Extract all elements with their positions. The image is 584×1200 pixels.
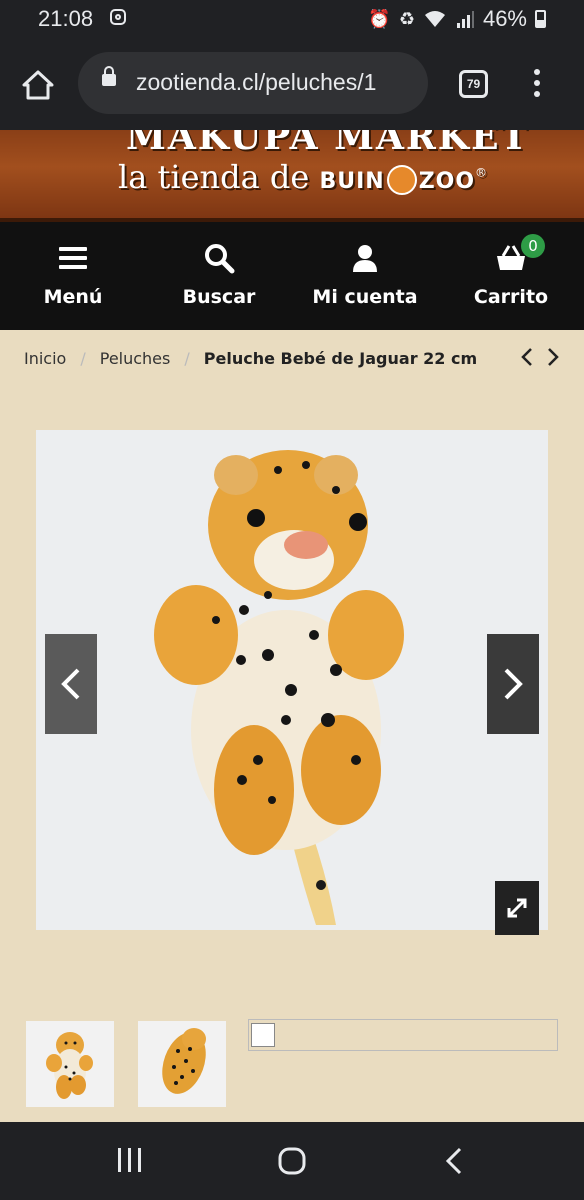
account-button[interactable]: Mi cuenta (292, 222, 438, 330)
status-icons: ⏰ ♻ 46% (368, 6, 546, 32)
logo-tagline: la tienda de (118, 158, 310, 196)
thumbnail-front-image (46, 1032, 93, 1099)
data-saver-icon: ♻ (398, 8, 415, 29)
site-logo-banner[interactable]: MAKUPA MARKET la tienda de BUIN ZOO® (0, 130, 584, 222)
tab-switcher-button[interactable]: 79 (459, 70, 488, 98)
breadcrumb-separator: / (184, 349, 190, 368)
product-image-gallery[interactable] (36, 430, 548, 930)
breadcrumb: Inicio / Peluches / Peluche Bebé de Jagu… (24, 349, 477, 368)
hamburger-icon (59, 247, 87, 269)
gallery-next-button[interactable] (487, 634, 539, 734)
product-pager (520, 346, 560, 374)
gallery-prev-button[interactable] (45, 634, 97, 734)
search-icon (205, 244, 235, 274)
breadcrumb-current: Peluche Bebé de Jaguar 22 cm (203, 349, 478, 368)
address-bar[interactable]: zootienda.cl/peluches/1 (78, 52, 428, 114)
breadcrumb-category-link[interactable]: Peluches (100, 349, 171, 368)
broken-image-icon (251, 1023, 275, 1047)
thumbnail-back-image (162, 1028, 206, 1094)
menu-button[interactable]: Menú (0, 222, 146, 330)
prev-product-icon[interactable] (520, 346, 534, 368)
logo-title: MAKUPA MARKET (126, 130, 530, 158)
logo-brand-right: ZOO (418, 169, 476, 194)
status-time: 21:08 (38, 6, 94, 31)
system-navigation-bar (0, 1122, 584, 1200)
search-button[interactable]: Buscar (146, 222, 292, 330)
logo-subtitle: la tienda de BUIN ZOO® (118, 158, 487, 196)
main-nav: Menú Buscar Mi cuenta 0 Carrito (0, 222, 584, 330)
menu-label: Menú (43, 286, 103, 308)
url-text[interactable]: zootienda.cl/peluches/1 (136, 69, 426, 96)
search-label: Buscar (182, 286, 256, 308)
chevron-right-icon (504, 668, 523, 700)
battery-percent: 46% (482, 6, 527, 31)
cart-count-badge: 0 (521, 234, 545, 258)
home-nav-icon[interactable] (277, 1146, 307, 1176)
thumbnail-front[interactable] (26, 1021, 114, 1107)
lock-icon (102, 66, 116, 86)
more-options-icon[interactable] (533, 69, 541, 101)
thumbnail-back[interactable] (138, 1021, 226, 1107)
browser-toolbar: zootienda.cl/peluches/1 79 (0, 38, 584, 130)
logo-brand-left: BUIN (319, 169, 385, 194)
product-photo (154, 450, 404, 925)
back-nav-icon[interactable] (444, 1146, 464, 1176)
breadcrumb-separator: / (80, 349, 86, 368)
broken-image-placeholder (248, 1019, 558, 1051)
chevron-left-icon (61, 668, 80, 700)
fullscreen-button[interactable] (495, 881, 539, 935)
account-label: Mi cuenta (312, 286, 418, 308)
registered-mark: ® (475, 165, 488, 180)
expand-icon (507, 898, 527, 918)
wifi-icon (424, 11, 445, 27)
alarm-icon: ⏰ (368, 8, 391, 29)
battery-icon (535, 10, 546, 28)
home-icon[interactable] (20, 68, 56, 102)
breadcrumb-home-link[interactable]: Inicio (24, 349, 66, 368)
signal-icon (456, 11, 474, 28)
user-icon (353, 245, 377, 272)
tiger-logo-icon (386, 164, 417, 195)
cart-button[interactable]: 0 Carrito (438, 222, 584, 330)
next-product-icon[interactable] (546, 346, 560, 368)
cart-label: Carrito (473, 286, 549, 308)
status-bar: 21:08 ⏰ ♻ 46% (0, 0, 584, 38)
recent-apps-icon[interactable] (116, 1147, 144, 1173)
instagram-icon (110, 9, 126, 25)
